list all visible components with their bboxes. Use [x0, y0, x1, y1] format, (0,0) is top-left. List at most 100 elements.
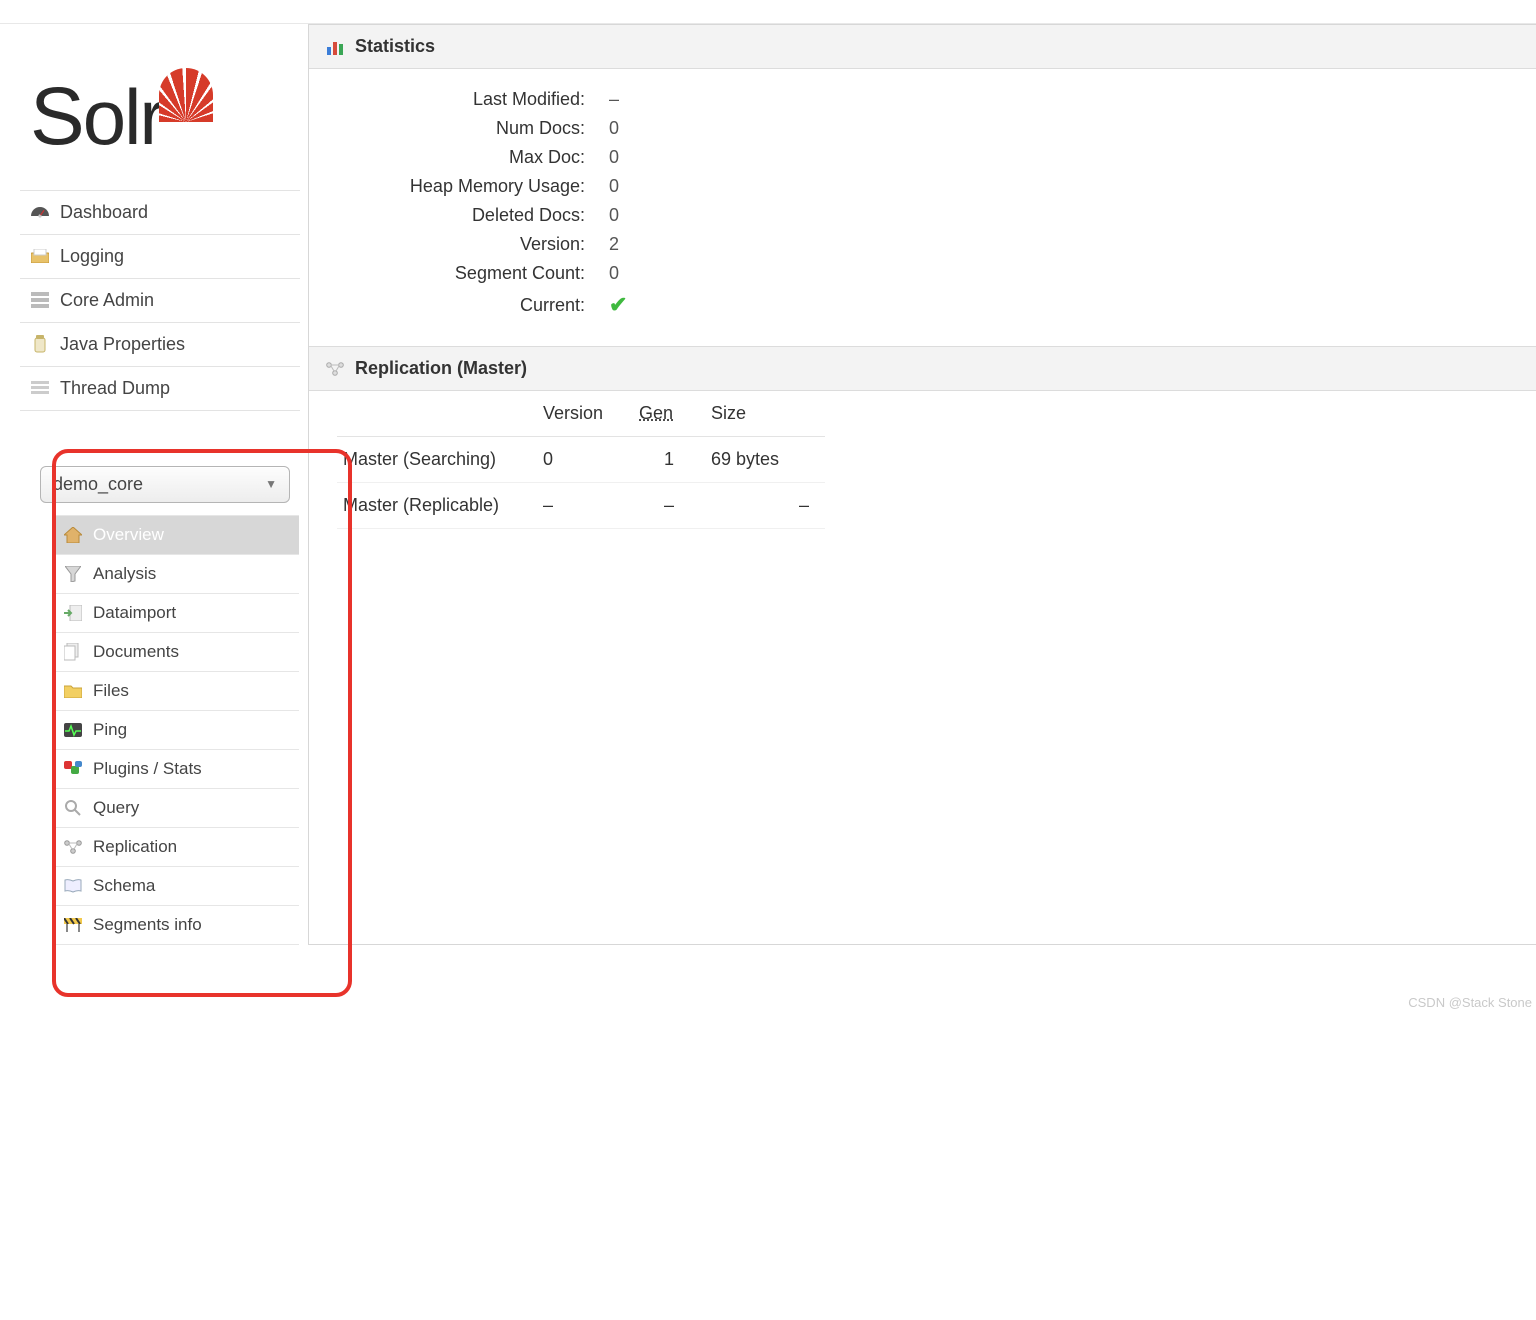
app-container: Solr Dashboard Logging Core Admin	[0, 24, 1536, 945]
core-sub-label: Analysis	[93, 564, 156, 584]
stat-row: Last Modified:–	[309, 85, 1536, 114]
sidebar-item-label: Thread Dump	[60, 378, 170, 399]
core-sub-query[interactable]: Query	[53, 789, 299, 828]
stat-label: Heap Memory Usage:	[309, 176, 605, 197]
stat-label: Num Docs:	[309, 118, 605, 139]
stat-row: Deleted Docs:0	[309, 201, 1536, 230]
rep-row-gen: 1	[633, 437, 705, 483]
stat-value: –	[605, 89, 619, 110]
core-sub-label: Segments info	[93, 915, 202, 935]
plugins-icon	[63, 760, 83, 778]
stat-row: Segment Count:0	[309, 259, 1536, 288]
heartbeat-icon	[63, 721, 83, 739]
core-sub-dataimport[interactable]: Dataimport	[53, 594, 299, 633]
rep-row-name: Master (Replicable)	[337, 483, 537, 529]
bar-chart-icon	[325, 38, 345, 56]
stat-value: 0	[605, 176, 619, 197]
book-icon	[63, 877, 83, 895]
core-selector-value: demo_core	[53, 474, 143, 495]
sidebar-item-java-properties[interactable]: Java Properties	[20, 323, 300, 367]
sidebar: Solr Dashboard Logging Core Admin	[0, 24, 300, 945]
sidebar-item-dashboard[interactable]: Dashboard	[20, 191, 300, 235]
core-sub-documents[interactable]: Documents	[53, 633, 299, 672]
stat-row: Current:✔	[309, 288, 1536, 322]
statistics-body: Last Modified:– Num Docs:0 Max Doc:0 Hea…	[309, 69, 1536, 346]
stat-value: 2	[605, 234, 619, 255]
core-sub-label: Plugins / Stats	[93, 759, 202, 779]
replication-icon	[63, 838, 83, 856]
rep-row-version: 0	[537, 437, 633, 483]
core-sub-label: Documents	[93, 642, 179, 662]
sidebar-item-label: Core Admin	[60, 290, 154, 311]
rep-row-version: –	[537, 483, 633, 529]
stat-value: 0	[605, 118, 619, 139]
rep-row-name: Master (Searching)	[337, 437, 537, 483]
core-sub-label: Files	[93, 681, 129, 701]
funnel-icon	[63, 565, 83, 583]
rep-col-version: Version	[537, 391, 633, 437]
sunburst-icon	[159, 68, 213, 122]
core-sub-files[interactable]: Files	[53, 672, 299, 711]
stat-row: Version:2	[309, 230, 1536, 259]
sidebar-item-thread-dump[interactable]: Thread Dump	[20, 367, 300, 411]
core-sub-plugins-stats[interactable]: Plugins / Stats	[53, 750, 299, 789]
replication-icon	[325, 360, 345, 378]
stat-row: Num Docs:0	[309, 114, 1536, 143]
rep-row-gen: –	[633, 483, 705, 529]
stat-label: Max Doc:	[309, 147, 605, 168]
core-submenu: Overview Analysis Dataimport Documents	[53, 515, 299, 945]
jar-icon	[30, 335, 50, 353]
global-nav: Dashboard Logging Core Admin Java Proper…	[20, 190, 300, 411]
sidebar-item-core-admin[interactable]: Core Admin	[20, 279, 300, 323]
documents-icon	[63, 643, 83, 661]
sidebar-item-logging[interactable]: Logging	[20, 235, 300, 279]
stat-row: Heap Memory Usage:0	[309, 172, 1536, 201]
core-sub-label: Query	[93, 798, 139, 818]
replication-table: Version Gen Size Master (Searching) 0 1 …	[309, 391, 1536, 529]
stat-value-check: ✔	[605, 292, 627, 318]
rep-row-size: –	[705, 483, 825, 529]
stat-label: Segment Count:	[309, 263, 605, 284]
stat-label: Current:	[309, 295, 605, 316]
sidebar-item-label: Dashboard	[60, 202, 148, 223]
stat-label: Version:	[309, 234, 605, 255]
logo: Solr	[20, 84, 300, 150]
core-sub-replication[interactable]: Replication	[53, 828, 299, 867]
core-sub-label: Schema	[93, 876, 155, 896]
house-icon	[63, 526, 83, 544]
stat-label: Last Modified:	[309, 89, 605, 110]
threads-icon	[30, 379, 50, 397]
core-sub-label: Dataimport	[93, 603, 176, 623]
replication-title: Replication (Master)	[355, 358, 527, 379]
core-sub-analysis[interactable]: Analysis	[53, 555, 299, 594]
replication-grid: Version Gen Size Master (Searching) 0 1 …	[337, 391, 825, 529]
statistics-title: Statistics	[355, 36, 435, 57]
chevron-down-icon: ▼	[265, 477, 277, 491]
watermark: CSDN @Stack Stone	[1408, 995, 1532, 1010]
gauge-icon	[30, 203, 50, 221]
barrier-icon	[63, 916, 83, 934]
core-sub-schema[interactable]: Schema	[53, 867, 299, 906]
core-sub-label: Replication	[93, 837, 177, 857]
stat-value: 0	[605, 205, 619, 226]
sidebar-item-label: Java Properties	[60, 334, 185, 355]
core-selector-dropdown[interactable]: demo_core ▼	[40, 466, 290, 503]
stat-value: 0	[605, 263, 619, 284]
rep-row-size: 69 bytes	[705, 437, 825, 483]
core-sub-segments-info[interactable]: Segments info	[53, 906, 299, 945]
inbox-icon	[30, 247, 50, 265]
stat-row: Max Doc:0	[309, 143, 1536, 172]
rep-col-size: Size	[705, 391, 825, 437]
magnifier-icon	[63, 799, 83, 817]
rep-col-gen: Gen	[633, 391, 705, 437]
import-icon	[63, 604, 83, 622]
sidebar-item-label: Logging	[60, 246, 124, 267]
core-sub-label: Ping	[93, 720, 127, 740]
logo-text: Solr	[30, 84, 163, 150]
stat-value: 0	[605, 147, 619, 168]
core-sub-overview[interactable]: Overview	[53, 516, 299, 555]
statistics-header: Statistics	[309, 25, 1536, 69]
core-sub-ping[interactable]: Ping	[53, 711, 299, 750]
replication-header: Replication (Master)	[309, 346, 1536, 391]
core-sub-label: Overview	[93, 525, 164, 545]
